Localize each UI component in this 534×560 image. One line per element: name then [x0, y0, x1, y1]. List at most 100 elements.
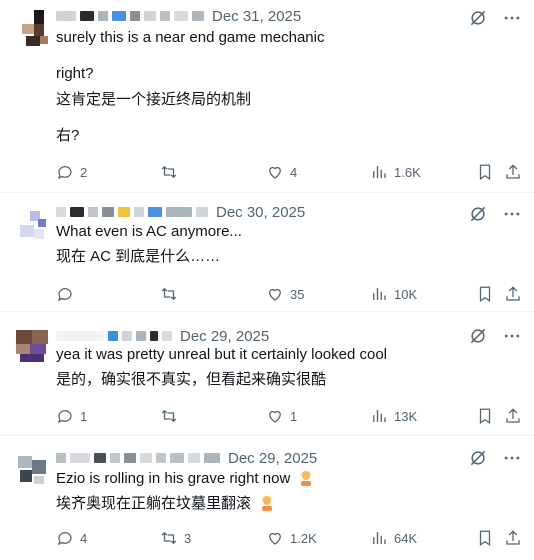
grok-icon[interactable] [468, 326, 488, 346]
reply-icon [58, 288, 72, 302]
bookmark-button[interactable] [476, 528, 494, 548]
grok-icon[interactable] [468, 448, 488, 468]
share-button[interactable] [504, 406, 522, 426]
reply-icon [58, 410, 72, 424]
bookmark-button[interactable] [476, 284, 494, 304]
reply-icon [58, 532, 72, 546]
share-icon [506, 286, 520, 301]
post-text-row: 埃齐奥现在正躺在坟墓里翻滚 [56, 494, 275, 514]
like-count: 4 [290, 164, 298, 180]
avatar[interactable] [12, 326, 52, 366]
like-button[interactable]: 1 [266, 406, 297, 426]
post-header: Dec 29, 2025 [56, 448, 317, 468]
post-text-row: Ezio is rolling in his grave right now [56, 469, 314, 489]
reply-count: 1 [80, 408, 88, 424]
repost-button[interactable]: 3 [160, 528, 191, 548]
display-name[interactable] [56, 11, 76, 21]
like-button[interactable]: 4 [266, 162, 297, 182]
post-date[interactable]: Dec 30, 2025 [216, 204, 305, 221]
bookmark-icon [479, 408, 491, 424]
avatar[interactable] [12, 205, 52, 245]
repost-button[interactable] [160, 284, 184, 304]
repost-icon [161, 287, 177, 301]
post-text-line: 右? [56, 127, 80, 144]
repost-button[interactable] [160, 162, 184, 182]
post-text-line: yea it was pretty unreal but it certainl… [56, 346, 388, 363]
repost-icon [161, 409, 177, 423]
person-emoji-icon [301, 471, 312, 486]
reply-button[interactable]: 2 [56, 162, 87, 182]
post-text-line: 现在 AC 到底是什么…… [56, 248, 221, 265]
post-text-line: What even is AC anymore... [56, 223, 242, 240]
reply-count: 2 [80, 164, 88, 180]
like-icon [269, 288, 281, 301]
post-header: Dec 31, 2025 [56, 6, 301, 26]
like-count: 35 [290, 286, 305, 302]
post-header: Dec 29, 2025 [56, 326, 269, 346]
reply-count: 4 [80, 530, 88, 546]
more-icon[interactable] [502, 326, 522, 346]
views-icon [373, 410, 386, 422]
like-icon [269, 532, 281, 545]
post-text-line: 是的，确实很不真实，但看起来确实很酷 [56, 371, 327, 388]
like-icon [269, 410, 281, 423]
like-count: 1.2K [290, 530, 317, 546]
more-icon[interactable] [502, 204, 522, 224]
bookmark-icon [479, 530, 491, 546]
bookmark-button[interactable] [476, 406, 494, 426]
person-emoji-icon [262, 496, 273, 511]
share-icon [506, 530, 520, 545]
post-header: Dec 30, 2025 [56, 202, 305, 222]
share-button[interactable] [504, 162, 522, 182]
view-count: 64K [394, 530, 418, 546]
post-3[interactable]: Dec 29, 2025 yea it was pretty unreal bu… [0, 312, 534, 436]
post-date[interactable]: Dec 29, 2025 [180, 328, 269, 345]
post-4[interactable]: Dec 29, 2025 Ezio is rolling in his grav… [0, 436, 534, 560]
more-icon[interactable] [502, 8, 522, 28]
post-date[interactable]: Dec 31, 2025 [212, 8, 301, 25]
reply-button[interactable]: 1 [56, 406, 87, 426]
bookmark-button[interactable] [476, 162, 494, 182]
share-button[interactable] [504, 528, 522, 548]
post-2[interactable]: Dec 30, 2025 What even is AC anymore... … [0, 193, 534, 312]
display-name[interactable] [56, 207, 66, 217]
views-button[interactable]: 13K [370, 406, 417, 426]
repost-count: 3 [184, 530, 192, 546]
post-text-line: 埃齐奥现在正躺在坟墓里翻滚 [56, 495, 252, 512]
repost-icon [161, 531, 177, 545]
post-1[interactable]: Dec 31, 2025 surely this is a near end g… [0, 0, 534, 193]
repost-button[interactable] [160, 406, 184, 426]
post-text-line: 这肯定是一个接近终局的机制 [56, 91, 252, 108]
views-button[interactable]: 1.6K [370, 162, 421, 182]
share-button[interactable] [504, 284, 522, 304]
bookmark-icon [479, 164, 491, 180]
grok-icon[interactable] [468, 204, 488, 224]
more-icon[interactable] [502, 448, 522, 468]
views-icon [373, 532, 386, 544]
display-name[interactable] [56, 331, 104, 341]
view-count: 1.6K [394, 164, 421, 180]
like-button[interactable]: 1.2K [266, 528, 317, 548]
avatar[interactable] [12, 10, 52, 50]
reply-button[interactable] [56, 284, 80, 304]
post-date[interactable]: Dec 29, 2025 [228, 450, 317, 467]
bookmark-icon [479, 286, 491, 302]
like-count: 1 [290, 408, 298, 424]
views-button[interactable]: 64K [370, 528, 417, 548]
grok-icon[interactable] [468, 8, 488, 28]
reply-button[interactable]: 4 [56, 528, 87, 548]
post-text-line: right? [56, 65, 94, 82]
like-button[interactable]: 35 [266, 284, 304, 304]
like-icon [269, 166, 281, 179]
display-name[interactable] [56, 453, 66, 463]
reply-icon [58, 166, 72, 180]
post-text-line: Ezio is rolling in his grave right now [56, 470, 291, 487]
views-button[interactable]: 10K [370, 284, 417, 304]
repost-icon [161, 165, 177, 179]
share-icon [506, 408, 520, 423]
avatar[interactable] [12, 450, 52, 490]
view-count: 10K [394, 286, 418, 302]
share-icon [506, 164, 520, 179]
views-icon [373, 166, 386, 178]
post-text-line: surely this is a near end game mechanic [56, 29, 325, 46]
